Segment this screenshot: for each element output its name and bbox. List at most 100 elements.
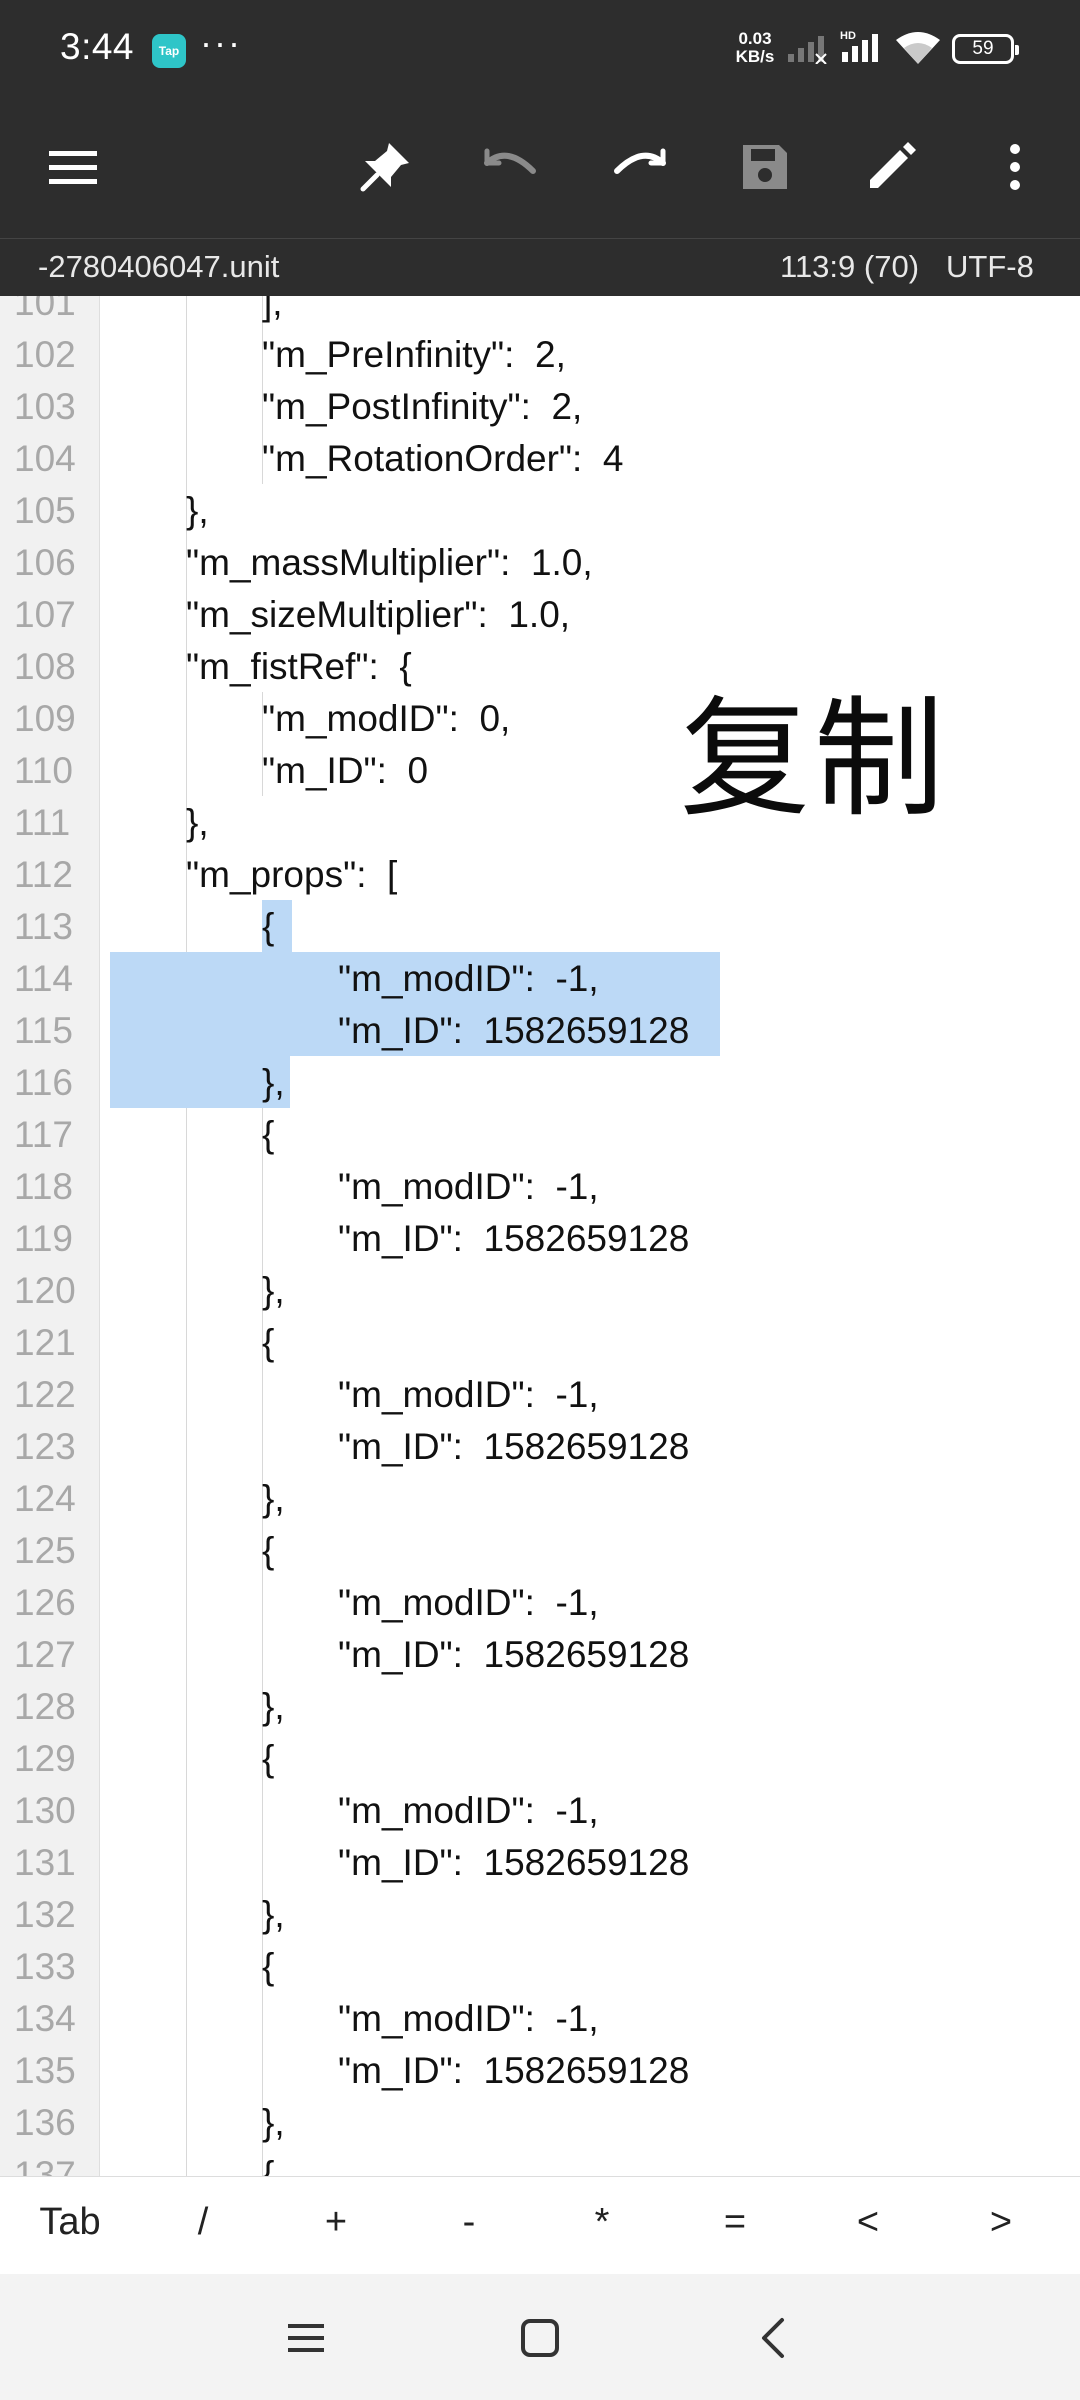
line-number: 114 bbox=[14, 958, 73, 999]
line-number: 125 bbox=[14, 1530, 76, 1571]
code-line[interactable]: 125 { bbox=[0, 1524, 1080, 1576]
code-line[interactable]: 136}, bbox=[0, 2096, 1080, 2148]
line-number: 109 bbox=[14, 698, 76, 739]
line-number: 137 bbox=[14, 2154, 76, 2176]
code-line[interactable]: 114 "m_modID": -1, bbox=[0, 952, 1080, 1004]
file-name: -2780406047.unit bbox=[38, 249, 280, 284]
wifi-icon bbox=[896, 32, 940, 64]
line-number: 124 bbox=[14, 1478, 76, 1519]
more-vert-icon[interactable] bbox=[976, 128, 1054, 206]
code-line[interactable]: 107 "m_sizeMultiplier": 1.0, bbox=[0, 588, 1080, 640]
symbol-key[interactable]: = bbox=[669, 2201, 801, 2244]
file-encoding[interactable]: UTF-8 bbox=[946, 249, 1034, 285]
line-number: 133 bbox=[14, 1946, 76, 1987]
code-line[interactable]: 104 "m_RotationOrder": 4 bbox=[0, 432, 1080, 484]
code-line[interactable]: 135 "m_ID": 1582659128 bbox=[0, 2044, 1080, 2096]
line-code: "m_PreInfinity": 2, bbox=[262, 334, 566, 375]
line-code: "m_RotationOrder": 4 bbox=[262, 438, 624, 479]
cursor-position: 113:9 (70) bbox=[780, 249, 920, 284]
save-icon[interactable] bbox=[726, 128, 804, 206]
menu-icon[interactable] bbox=[34, 128, 112, 206]
line-number: 134 bbox=[14, 1998, 76, 2039]
code-line[interactable]: 131 "m_ID": 1582659128 bbox=[0, 1836, 1080, 1888]
line-code: { bbox=[262, 2154, 275, 2176]
code-line[interactable]: 113 { bbox=[0, 900, 1080, 952]
code-line[interactable]: 133 { bbox=[0, 1940, 1080, 1992]
network-speed-value: 0.03 bbox=[738, 29, 772, 48]
line-number: 132 bbox=[14, 1894, 76, 1935]
symbol-key[interactable]: / bbox=[137, 2201, 269, 2244]
code-line[interactable]: 121 { bbox=[0, 1316, 1080, 1368]
code-line[interactable]: 103 "m_PostInfinity": 2, bbox=[0, 380, 1080, 432]
code-line[interactable]: 116}, bbox=[0, 1056, 1080, 1108]
code-line[interactable]: 129 { bbox=[0, 1732, 1080, 1784]
code-editor[interactable]: 101], 102 "m_PreInfinity": 2, 103 "m_PostInf… bbox=[0, 296, 1080, 2176]
line-number: 121 bbox=[14, 1322, 76, 1363]
code-line[interactable]: 115 "m_ID": 1582659128 bbox=[0, 1004, 1080, 1056]
code-line[interactable]: 112 "m_props": [ bbox=[0, 848, 1080, 900]
symbol-input-bar: Tab / + - * = < > bbox=[0, 2176, 1080, 2274]
code-line[interactable]: 126 "m_modID": -1, bbox=[0, 1576, 1080, 1628]
line-code: "m_ID": 1582659128 bbox=[338, 2050, 690, 2091]
line-code: ], bbox=[262, 296, 283, 323]
line-number: 101 bbox=[14, 296, 76, 323]
network-speed-unit: KB/s bbox=[735, 47, 775, 66]
symbol-key[interactable]: > bbox=[935, 2201, 1067, 2244]
code-line[interactable]: 127 "m_ID": 1582659128 bbox=[0, 1628, 1080, 1680]
line-number: 126 bbox=[14, 1582, 76, 1623]
symbol-key[interactable]: * bbox=[536, 2201, 668, 2244]
back-chevron-icon[interactable] bbox=[744, 2308, 804, 2368]
line-number: 111 bbox=[14, 802, 71, 843]
code-line[interactable]: 118 "m_modID": -1, bbox=[0, 1160, 1080, 1212]
pin-icon[interactable] bbox=[346, 128, 424, 206]
line-number: 104 bbox=[14, 438, 76, 479]
line-code: { bbox=[262, 1114, 275, 1155]
recents-menu-icon[interactable] bbox=[276, 2308, 336, 2368]
line-number: 129 bbox=[14, 1738, 76, 1779]
home-square-icon[interactable] bbox=[510, 2308, 570, 2368]
symbol-key[interactable]: < bbox=[802, 2201, 934, 2244]
code-line[interactable]: 120}, bbox=[0, 1264, 1080, 1316]
code-line[interactable]: 137 { bbox=[0, 2148, 1080, 2176]
file-info-bar: -2780406047.unit 113:9 (70) UTF-8 bbox=[0, 238, 1080, 296]
code-line[interactable]: 123 "m_ID": 1582659128 bbox=[0, 1420, 1080, 1472]
code-line[interactable]: 122 "m_modID": -1, bbox=[0, 1368, 1080, 1420]
line-code: "m_modID": -1, bbox=[338, 1790, 599, 1831]
status-bar: 3:44 Tap ··· 0.03 KB/s HD 59 bbox=[0, 0, 1080, 96]
line-number: 117 bbox=[14, 1114, 73, 1155]
line-code: }, bbox=[262, 2102, 285, 2143]
line-code: { bbox=[262, 1322, 275, 1363]
code-line[interactable]: 106 "m_massMultiplier": 1.0, bbox=[0, 536, 1080, 588]
copy-overlay-label[interactable]: 复制 bbox=[680, 654, 948, 842]
code-line[interactable]: 134 "m_modID": -1, bbox=[0, 1992, 1080, 2044]
symbol-key[interactable]: - bbox=[403, 2201, 535, 2244]
line-code: "m_ID": 1582659128 bbox=[338, 1842, 690, 1883]
code-line[interactable]: 101], bbox=[0, 296, 1080, 328]
line-code: "m_props": [ bbox=[186, 854, 398, 895]
code-line[interactable]: 132}, bbox=[0, 1888, 1080, 1940]
line-number: 128 bbox=[14, 1686, 76, 1727]
code-line[interactable]: 119 "m_ID": 1582659128 bbox=[0, 1212, 1080, 1264]
code-line[interactable]: 128}, bbox=[0, 1680, 1080, 1732]
line-number: 119 bbox=[14, 1218, 73, 1259]
code-line[interactable]: 102 "m_PreInfinity": 2, bbox=[0, 328, 1080, 380]
line-number: 112 bbox=[14, 854, 73, 895]
line-code: }, bbox=[262, 1270, 285, 1311]
system-navigation-bar bbox=[0, 2274, 1080, 2400]
code-line[interactable]: 105}, bbox=[0, 484, 1080, 536]
signal-weak-icon bbox=[788, 36, 827, 64]
redo-icon[interactable] bbox=[600, 128, 678, 206]
symbol-key[interactable]: + bbox=[270, 2201, 402, 2244]
code-line[interactable]: 124}, bbox=[0, 1472, 1080, 1524]
undo-icon[interactable] bbox=[472, 128, 550, 206]
line-number: 131 bbox=[14, 1842, 76, 1883]
line-number: 103 bbox=[14, 386, 76, 427]
code-line[interactable]: 117 { bbox=[0, 1108, 1080, 1160]
edit-pencil-icon[interactable] bbox=[852, 128, 930, 206]
code-line[interactable]: 130 "m_modID": -1, bbox=[0, 1784, 1080, 1836]
line-code: "m_ID": 1582659128 bbox=[338, 1218, 690, 1259]
symbol-key[interactable]: Tab bbox=[4, 2201, 136, 2244]
line-number: 102 bbox=[14, 334, 76, 375]
line-number: 130 bbox=[14, 1790, 76, 1831]
line-number: 135 bbox=[14, 2050, 76, 2091]
